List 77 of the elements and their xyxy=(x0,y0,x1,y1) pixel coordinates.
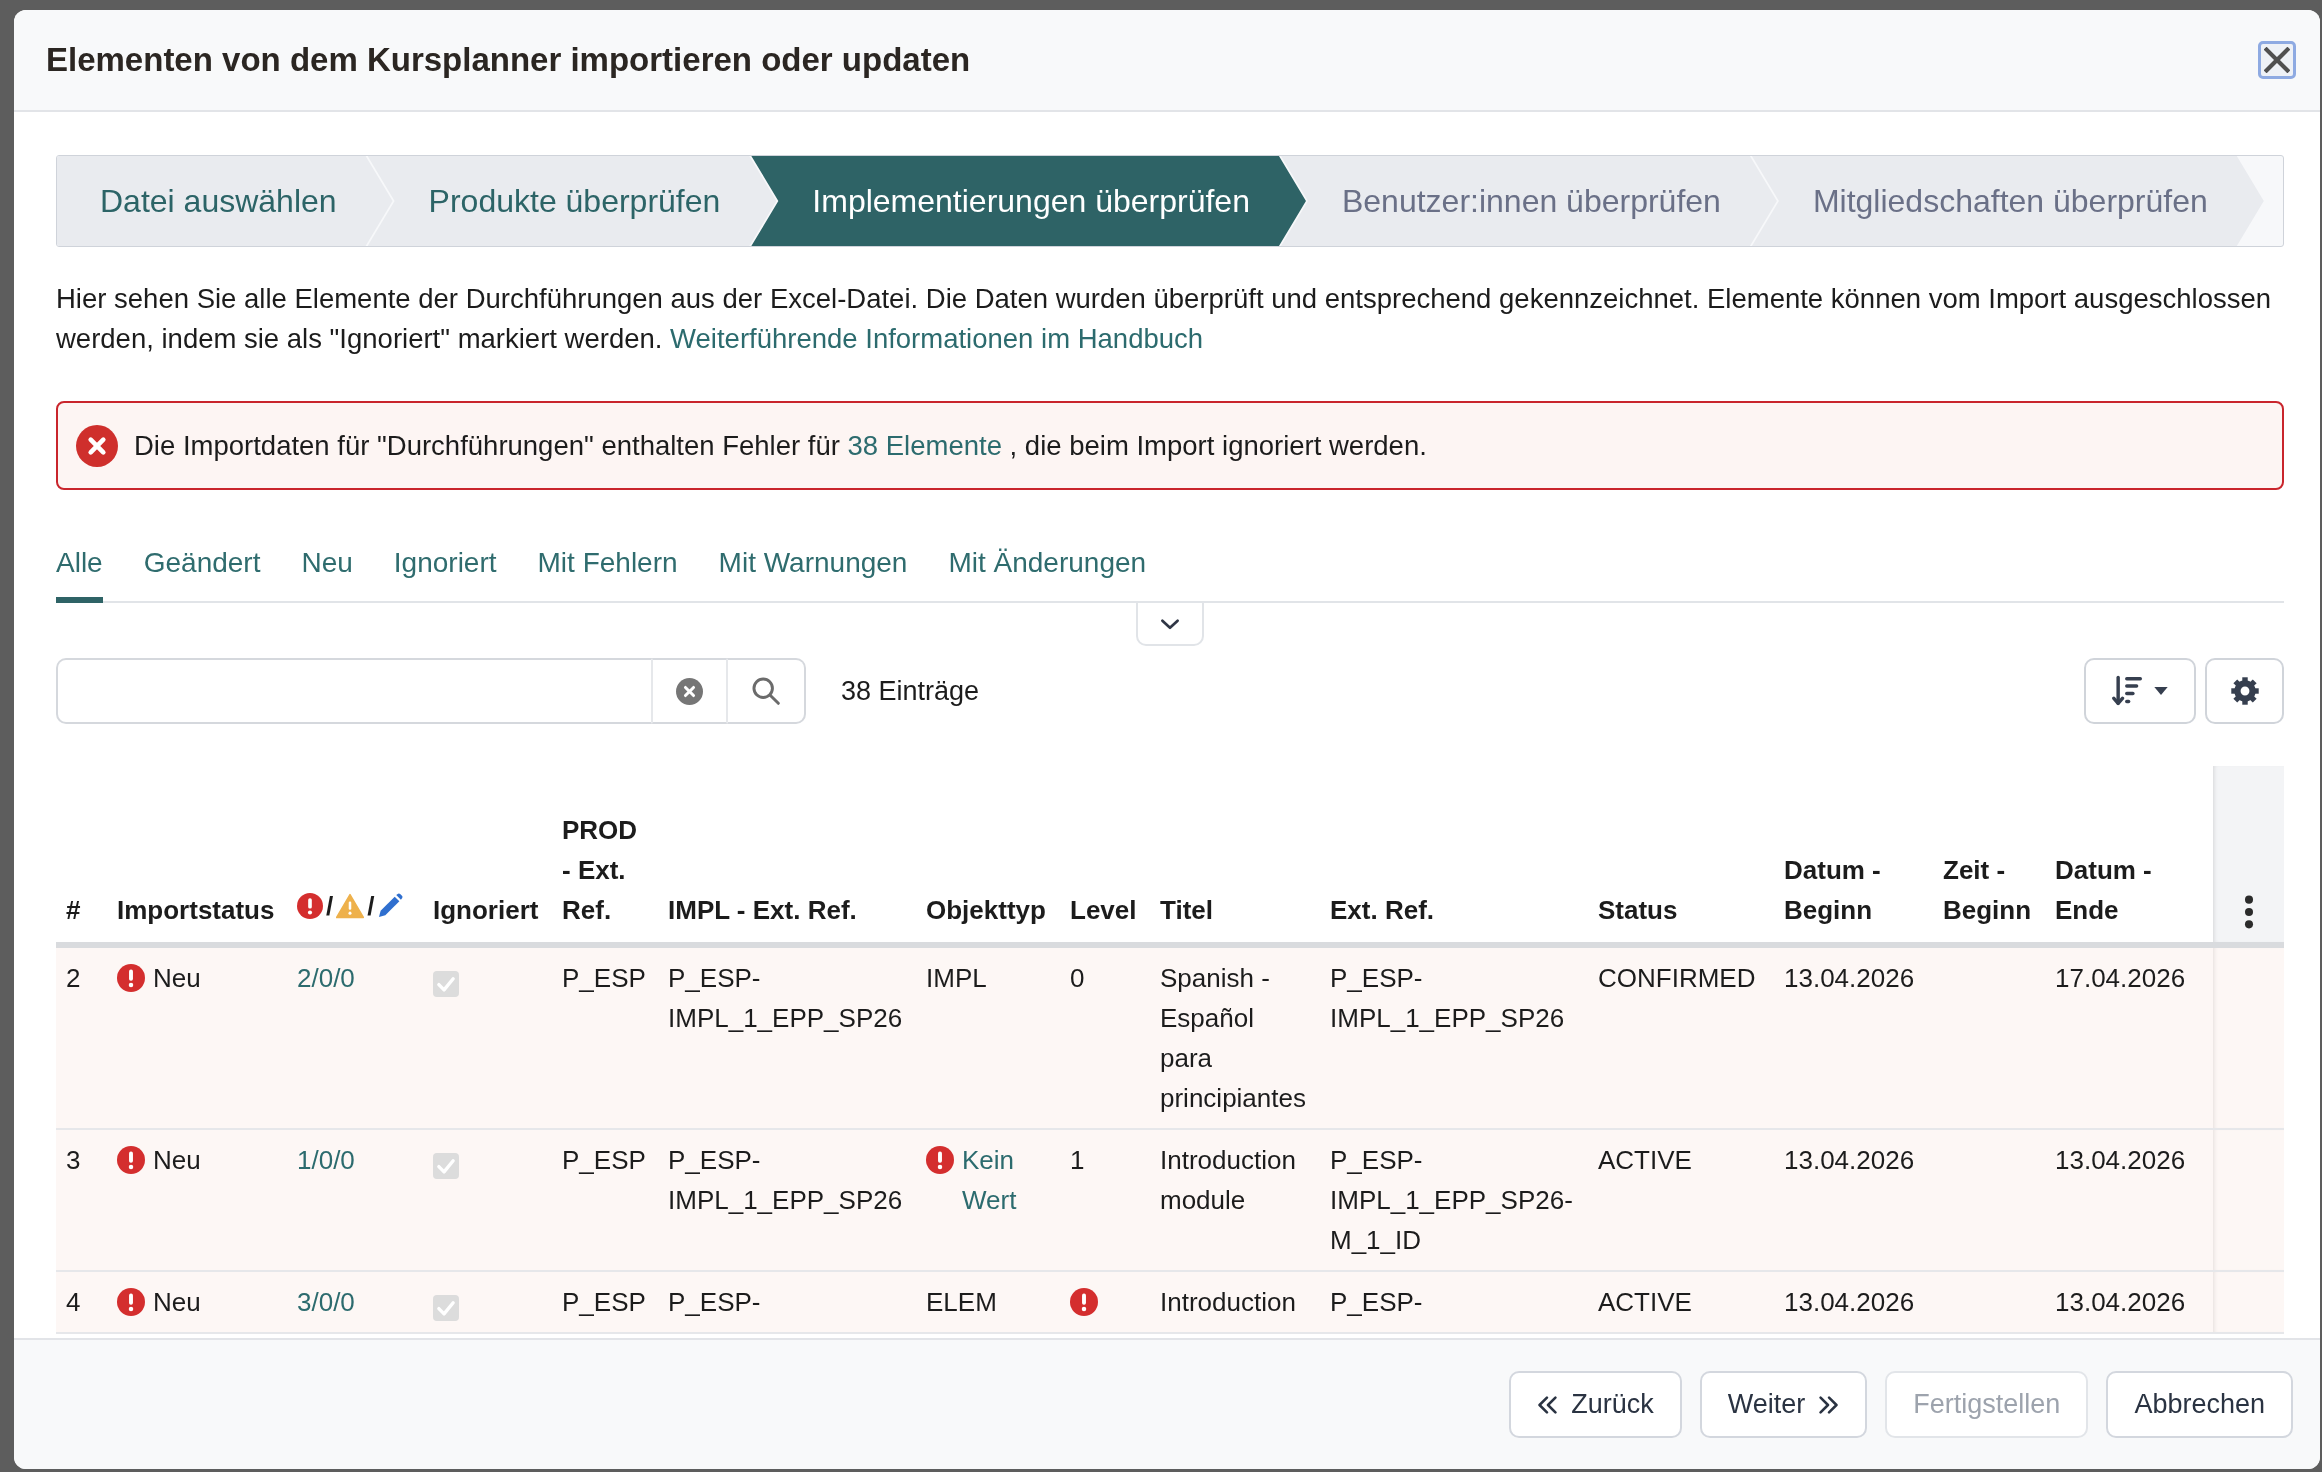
table-cell: 3 xyxy=(56,1130,107,1272)
search-button[interactable] xyxy=(727,658,806,724)
table-cell: Introduction xyxy=(1150,1272,1320,1334)
double-chevron-left-icon[interactable] xyxy=(1537,1395,1560,1414)
table-cell: P_ESP-IMPL_1_EPP_SP26 xyxy=(658,1130,916,1272)
filter-tab[interactable]: Neu xyxy=(301,533,353,603)
table-cell: ELEM xyxy=(916,1272,1060,1334)
table-cell: P_ESP-IMPL_1_EPP_SP26-M_1_ID xyxy=(1320,1130,1588,1272)
status-text: Neu xyxy=(153,1286,201,1319)
table-cell: 13.04.2026 xyxy=(1774,948,1933,1130)
wizard-step: Benutzer:innen überprüfen xyxy=(1280,156,1777,246)
pencil-icon xyxy=(377,893,404,919)
description-text: Hier sehen Sie alle Elemente der Durchführungen aus der Excel-Datei. Die Daten wurden überprüft und entsprechend gekennzeichnet. Elemente können vom Import ausgeschlossen werden, indem sie als "Ignoriert" markiert werden. Weiterführende Informationen im Handbuch xyxy=(56,282,2273,356)
header-separator: / xyxy=(367,890,375,923)
status-text: Neu xyxy=(153,962,201,995)
table-cell: 13.04.2026 xyxy=(2045,1272,2213,1334)
filter-tab[interactable]: Geändert xyxy=(143,533,261,603)
search-field[interactable] xyxy=(56,658,652,724)
error-icon xyxy=(76,424,118,467)
table-cell: P_ESP- xyxy=(658,1272,916,1334)
wizard-step: Mitgliedschaften überprüfen xyxy=(1751,156,2264,246)
dialog-title: Elementen von dem Kursplanner importieren oder updaten xyxy=(46,40,971,80)
filter-tab[interactable]: Alle xyxy=(56,533,103,603)
table-cell: 4 xyxy=(56,1272,107,1334)
double-chevron-right-icon[interactable] xyxy=(1817,1395,1840,1414)
sort-button[interactable] xyxy=(2084,658,2196,724)
table-cell: 17.04.2026 xyxy=(2045,948,2213,1130)
wizard-step: Produkte überprüfen xyxy=(367,156,777,246)
table-cell: CONFIRMED xyxy=(1588,948,1774,1130)
collapse-toggle[interactable] xyxy=(1136,603,1204,646)
next-button[interactable]: Weiter xyxy=(1699,1371,1868,1438)
wizard-step: Implementierungen überprüfen xyxy=(751,156,1306,246)
filter-tab[interactable]: Mit Fehlern xyxy=(537,533,678,603)
table-cell: 2 xyxy=(56,948,107,1130)
filter-tab[interactable]: Ignoriert xyxy=(393,533,497,603)
table-cell: P_ESP xyxy=(552,1130,658,1272)
table-cell: P_ESP-IMPL_1_EPP_SP26 xyxy=(658,948,916,1130)
header-separator: / xyxy=(326,890,334,923)
table-cell: P_ESP xyxy=(552,1272,658,1334)
table-cell: P_ESP xyxy=(552,948,658,1130)
kebab-menu-icon[interactable] xyxy=(2243,895,2254,930)
entry-count: 38 Einträge xyxy=(841,674,980,708)
elements-link[interactable]: 38 Elemente xyxy=(847,429,1002,461)
alert-text: Die Importdaten für "Durchführungen" enthalten Fehler für 38 Elemente , die beim Import ignoriert werden. xyxy=(134,428,1427,463)
footer-button[interactable]: Abbrechen xyxy=(2106,1371,2293,1438)
settings-button[interactable] xyxy=(2205,658,2284,724)
table-cell: Spanish - Español para principiantes xyxy=(1150,948,1320,1130)
table-cell: P_ESP- xyxy=(1320,1272,1588,1334)
error-icon xyxy=(297,893,323,919)
table-cell: ACTIVE xyxy=(1588,1272,1774,1334)
warning-icon xyxy=(336,893,365,919)
clear-icon[interactable] xyxy=(676,677,703,705)
table-cell: 0 xyxy=(1060,948,1150,1130)
wizard-step: Datei auswählen xyxy=(57,156,393,246)
table-cell: IMPL xyxy=(916,948,1060,1130)
filter-tab[interactable]: Mit Änderungen xyxy=(948,533,1147,603)
caret-icon[interactable] xyxy=(2154,687,2168,695)
close-icon[interactable] xyxy=(2264,47,2290,73)
table-cell: P_ESP-IMPL_1_EPP_SP26 xyxy=(1320,948,1588,1130)
table-cell: ACTIVE xyxy=(1588,1130,1774,1272)
settings-icon[interactable] xyxy=(2229,676,2260,706)
count-link[interactable]: 1/0/0 xyxy=(297,1145,355,1175)
table-cell: Introduction module xyxy=(1150,1130,1320,1272)
handbook-link[interactable]: Weiterführende Informationen im Handbuch xyxy=(670,323,1204,354)
back-button[interactable]: Zurück xyxy=(1509,1371,1682,1438)
search-icon[interactable] xyxy=(752,677,780,705)
filter-tab[interactable]: Mit Warnungen xyxy=(718,533,908,603)
table-cell: 1 xyxy=(1060,1130,1150,1272)
table-cell: 13.04.2026 xyxy=(1774,1130,1933,1272)
chevron-down-icon[interactable] xyxy=(1160,617,1180,630)
table-cell: 13.04.2026 xyxy=(2045,1130,2213,1272)
table-cell: 13.04.2026 xyxy=(1774,1272,1933,1334)
count-link[interactable]: 2/0/0 xyxy=(297,963,355,993)
sort-icon[interactable] xyxy=(2112,675,2144,707)
close-button[interactable] xyxy=(2258,41,2296,79)
clear-button[interactable] xyxy=(652,658,727,724)
status-text: Neu xyxy=(153,1144,201,1177)
